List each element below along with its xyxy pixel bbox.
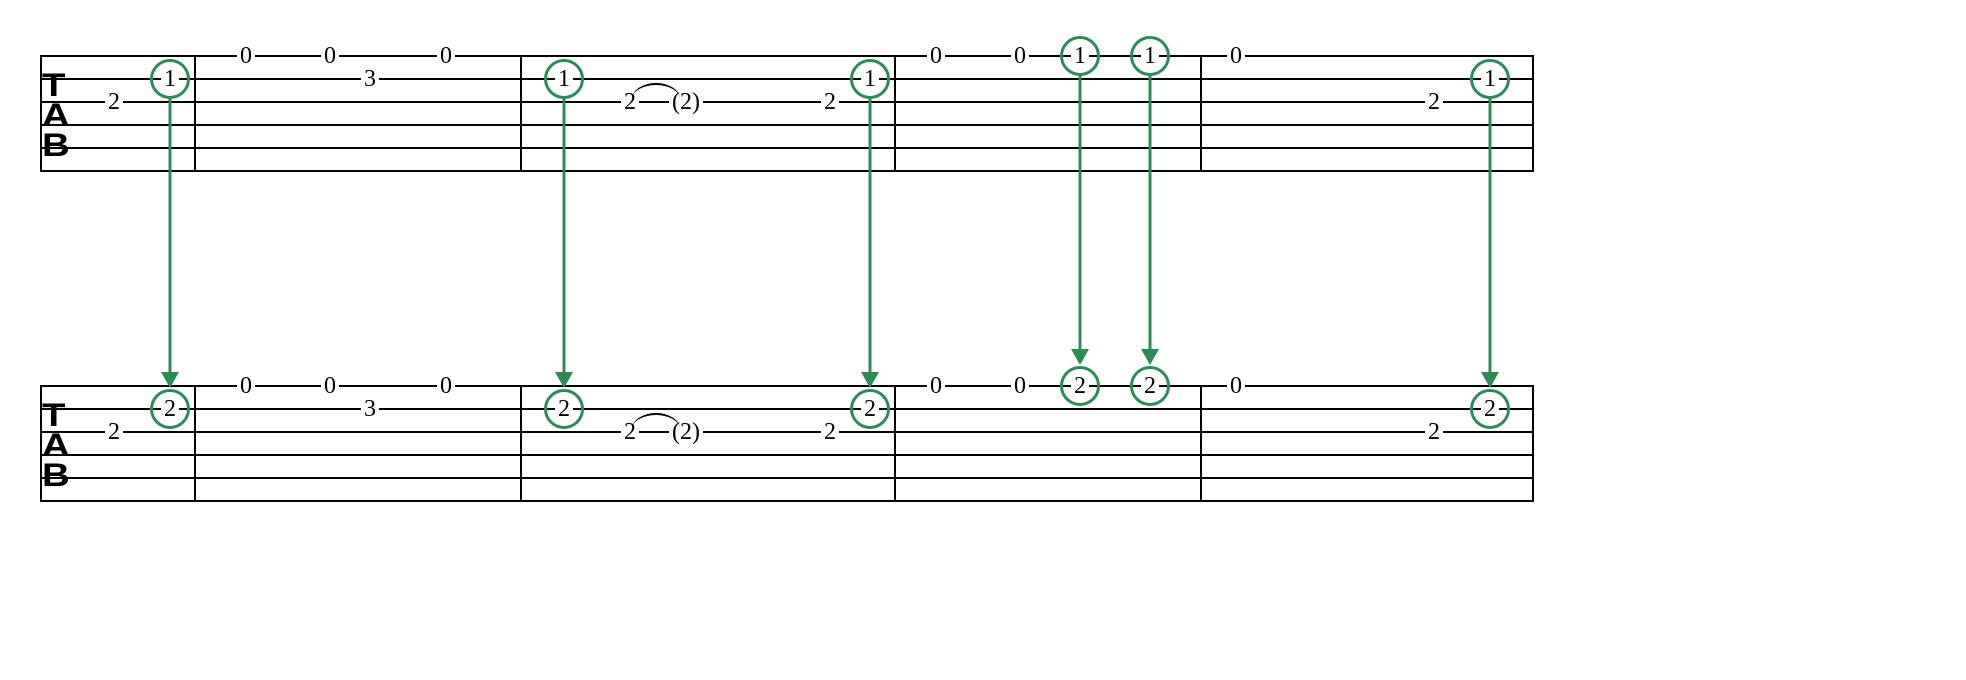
highlight-circle (1060, 36, 1100, 76)
tab-note: 2 (1425, 90, 1443, 114)
tab-note: 0 (927, 44, 945, 68)
tab-note: 0 (437, 374, 455, 398)
highlight-circle (1130, 366, 1170, 406)
tie-arc (632, 413, 680, 429)
tab-note: 0 (237, 44, 255, 68)
tab-string-line (40, 431, 1532, 433)
tab-note: 0 (237, 374, 255, 398)
tab-note: 2 (821, 90, 839, 114)
arrow-head-icon (555, 372, 573, 388)
highlight-circle (150, 389, 190, 429)
tab-label-letter: B (42, 132, 69, 158)
tab-string-line (40, 477, 1532, 479)
change-arrow (1149, 75, 1152, 349)
tab-string-line (40, 55, 1532, 57)
highlight-circle (544, 59, 584, 99)
tab-label-letter: B (42, 462, 69, 488)
barline (194, 55, 196, 172)
tab-note: 3 (361, 67, 379, 91)
tab-string-line (40, 101, 1532, 103)
tab-note: 0 (1011, 44, 1029, 68)
highlight-circle (544, 389, 584, 429)
arrow-head-icon (1141, 349, 1159, 365)
highlight-circle (1470, 59, 1510, 99)
tab-note: 0 (437, 44, 455, 68)
tab-note: 0 (321, 44, 339, 68)
tab-label-letter: A (42, 432, 69, 458)
barline (520, 385, 522, 502)
tab-note: 0 (1227, 374, 1245, 398)
tab-note: 0 (1011, 374, 1029, 398)
tab-note: 3 (361, 397, 379, 421)
tie-arc (632, 83, 680, 99)
tab-string-line (40, 385, 1532, 387)
tab-string-line (40, 170, 1532, 172)
highlight-circle (1470, 389, 1510, 429)
highlight-circle (1130, 36, 1170, 76)
barline (894, 385, 896, 502)
barline (1200, 55, 1202, 172)
change-arrow (169, 98, 172, 372)
tab-note: 0 (1227, 44, 1245, 68)
tab-string-line (40, 124, 1532, 126)
tab-note: 2 (105, 420, 123, 444)
barline (894, 55, 896, 172)
highlight-circle (150, 59, 190, 99)
tab-string-line (40, 147, 1532, 149)
highlight-circle (1060, 366, 1100, 406)
arrow-head-icon (1481, 372, 1499, 388)
tab-label-letter: A (42, 102, 69, 128)
arrow-head-icon (1071, 349, 1089, 365)
tab-note: 2 (1425, 420, 1443, 444)
tab-note: 0 (321, 374, 339, 398)
tab-string-line (40, 500, 1532, 502)
arrow-head-icon (161, 372, 179, 388)
change-arrow (1489, 98, 1492, 372)
barline (1200, 385, 1202, 502)
arrow-head-icon (861, 372, 879, 388)
barline (194, 385, 196, 502)
highlight-circle (850, 389, 890, 429)
tab-string-line (40, 408, 1532, 410)
tab-label-letter: T (42, 402, 64, 428)
barline (520, 55, 522, 172)
change-arrow (1079, 75, 1082, 349)
change-arrow (869, 98, 872, 372)
barline (1532, 55, 1534, 172)
change-arrow (563, 98, 566, 372)
barline (1532, 385, 1534, 502)
tab-note: 2 (105, 90, 123, 114)
tab-note: 2 (821, 420, 839, 444)
tab-diagram-canvas: { "layout": { "width": 1966, "height": 6… (0, 0, 1966, 680)
highlight-circle (850, 59, 890, 99)
tab-string-line (40, 78, 1532, 80)
tab-string-line (40, 454, 1532, 456)
tab-note: 0 (927, 374, 945, 398)
tab-label-letter: T (42, 72, 64, 98)
